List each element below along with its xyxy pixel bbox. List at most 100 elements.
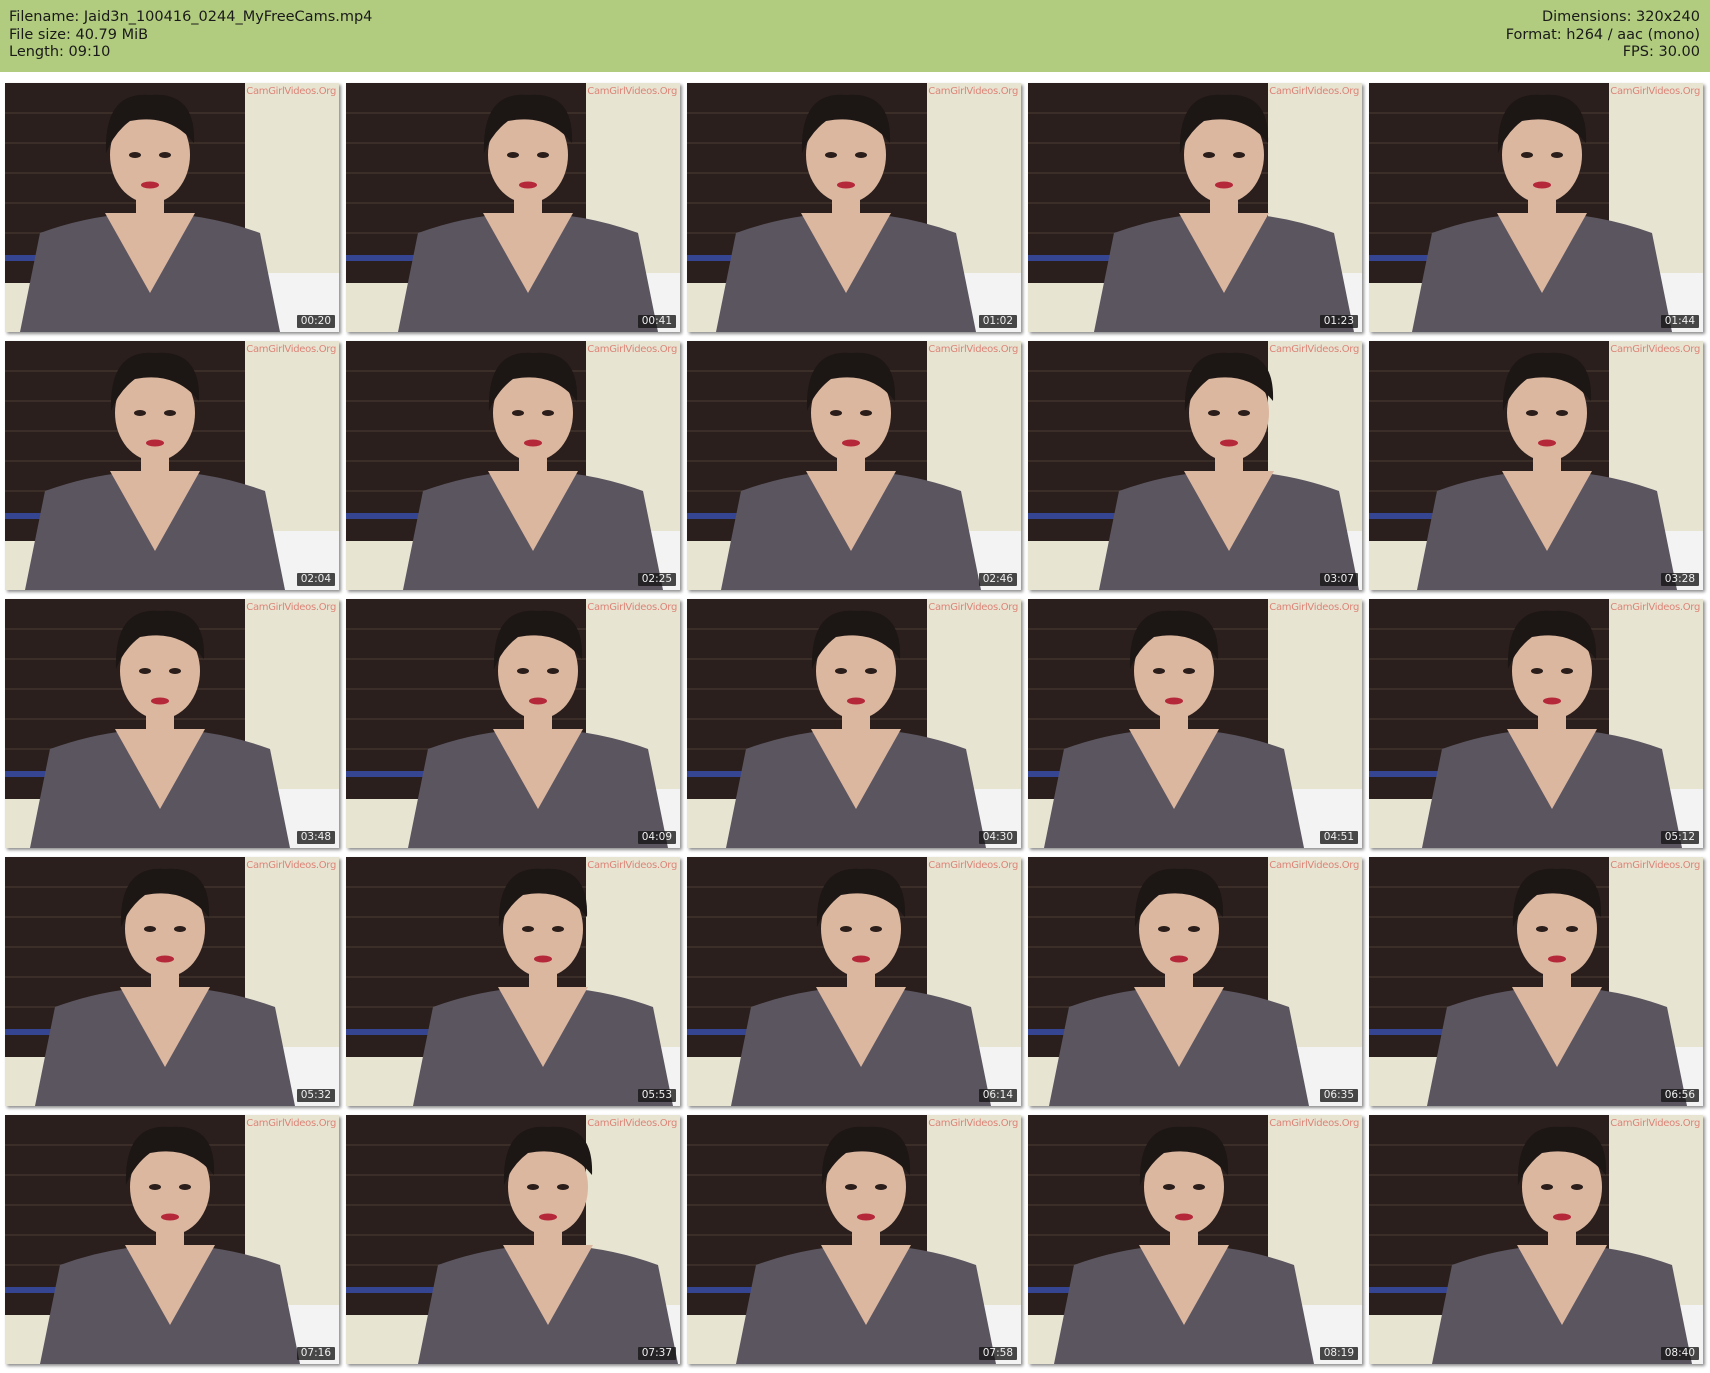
video-thumbnail[interactable]: CamGirlVideos.Org 05:32 [5,857,339,1106]
video-thumbnail[interactable]: CamGirlVideos.Org 02:04 [5,341,339,590]
frame-image [687,341,1021,590]
watermark-text: CamGirlVideos.Org [928,860,1018,871]
timestamp-label: 03:48 [296,831,335,844]
watermark-text: CamGirlVideos.Org [1610,1118,1700,1129]
watermark-text: CamGirlVideos.Org [587,86,677,97]
frame-image [1369,599,1703,848]
watermark-text: CamGirlVideos.Org [1610,344,1700,355]
frame-image [346,1115,680,1364]
timestamp-label: 03:07 [1319,573,1358,586]
video-thumbnail[interactable]: CamGirlVideos.Org 07:37 [346,1115,680,1364]
timestamp-label: 08:19 [1319,1347,1358,1360]
video-thumbnail[interactable]: CamGirlVideos.Org 07:58 [687,1115,1021,1364]
timestamp-label: 04:30 [978,831,1017,844]
watermark-text: CamGirlVideos.Org [928,86,1018,97]
frame-image [5,341,339,590]
timestamp-label: 02:46 [978,573,1017,586]
watermark-text: CamGirlVideos.Org [587,602,677,613]
watermark-text: CamGirlVideos.Org [1610,86,1700,97]
watermark-text: CamGirlVideos.Org [928,602,1018,613]
video-thumbnail[interactable]: CamGirlVideos.Org 08:40 [1369,1115,1703,1364]
timestamp-label: 07:37 [637,1347,676,1360]
video-thumbnail[interactable]: CamGirlVideos.Org 06:14 [687,857,1021,1106]
timestamp-label: 02:04 [296,573,335,586]
header-left: Filename: Jaid3n_100416_0244_MyFreeCams.… [9,9,372,62]
watermark-text: CamGirlVideos.Org [246,1118,336,1129]
watermark-text: CamGirlVideos.Org [246,344,336,355]
video-thumbnail[interactable]: CamGirlVideos.Org 02:46 [687,341,1021,590]
watermark-text: CamGirlVideos.Org [587,860,677,871]
watermark-text: CamGirlVideos.Org [246,86,336,97]
video-thumbnail[interactable]: CamGirlVideos.Org 06:35 [1028,857,1362,1106]
frame-image [5,1115,339,1364]
video-thumbnail[interactable]: CamGirlVideos.Org 04:09 [346,599,680,848]
watermark-text: CamGirlVideos.Org [1610,860,1700,871]
header-right: Dimensions: 320x240 Format: h264 / aac (… [1506,9,1700,62]
video-thumbnail[interactable]: CamGirlVideos.Org 06:56 [1369,857,1703,1106]
frame-image [687,83,1021,332]
watermark-text: CamGirlVideos.Org [1610,602,1700,613]
video-thumbnail[interactable]: CamGirlVideos.Org 03:48 [5,599,339,848]
watermark-text: CamGirlVideos.Org [1269,860,1359,871]
frame-image [346,83,680,332]
timestamp-label: 06:14 [978,1089,1017,1102]
timestamp-label: 01:44 [1660,315,1699,328]
video-thumbnail[interactable]: CamGirlVideos.Org 00:41 [346,83,680,332]
video-thumbnail[interactable]: CamGirlVideos.Org 01:44 [1369,83,1703,332]
watermark-text: CamGirlVideos.Org [587,344,677,355]
watermark-text: CamGirlVideos.Org [1269,86,1359,97]
timestamp-label: 04:09 [637,831,676,844]
frame-image [1369,83,1703,332]
video-thumbnail[interactable]: CamGirlVideos.Org 03:28 [1369,341,1703,590]
frame-image [346,341,680,590]
timestamp-label: 06:35 [1319,1089,1358,1102]
frame-image [687,1115,1021,1364]
watermark-text: CamGirlVideos.Org [246,602,336,613]
watermark-text: CamGirlVideos.Org [1269,344,1359,355]
file-size-text: File size: 40.79 MiB [9,26,149,43]
video-thumbnail[interactable]: CamGirlVideos.Org 05:12 [1369,599,1703,848]
video-thumbnail[interactable]: CamGirlVideos.Org 08:19 [1028,1115,1362,1364]
watermark-text: CamGirlVideos.Org [928,344,1018,355]
frame-image [1028,341,1362,590]
watermark-text: CamGirlVideos.Org [587,1118,677,1129]
frame-image [346,599,680,848]
timestamp-label: 05:32 [296,1089,335,1102]
timestamp-label: 01:02 [978,315,1017,328]
timestamp-label: 06:56 [1660,1089,1699,1102]
video-thumbnail[interactable]: CamGirlVideos.Org 03:07 [1028,341,1362,590]
frame-image [1028,1115,1362,1364]
frame-image [687,857,1021,1106]
timestamp-label: 02:25 [637,573,676,586]
info-header: Filename: Jaid3n_100416_0244_MyFreeCams.… [0,0,1710,72]
timestamp-label: 00:20 [296,315,335,328]
thumbnail-grid: CamGirlVideos.Org 00:20 CamGirlVideos.Org 0… [5,83,1707,1369]
video-thumbnail[interactable]: CamGirlVideos.Org 01:23 [1028,83,1362,332]
frame-image [1028,857,1362,1106]
video-thumbnail[interactable]: CamGirlVideos.Org 05:53 [346,857,680,1106]
frame-image [346,857,680,1106]
timestamp-label: 07:16 [296,1347,335,1360]
timestamp-label: 04:51 [1319,831,1358,844]
video-thumbnail[interactable]: CamGirlVideos.Org 04:30 [687,599,1021,848]
video-thumbnail[interactable]: CamGirlVideos.Org 02:25 [346,341,680,590]
frame-image [5,599,339,848]
video-thumbnail[interactable]: CamGirlVideos.Org 04:51 [1028,599,1362,848]
frame-image [5,83,339,332]
video-thumbnail[interactable]: CamGirlVideos.Org 07:16 [5,1115,339,1364]
format-text: Format: h264 / aac (mono) [1505,26,1700,43]
timestamp-label: 01:23 [1319,315,1358,328]
frame-image [1369,857,1703,1106]
frame-image [1369,1115,1703,1364]
watermark-text: CamGirlVideos.Org [1269,1118,1359,1129]
watermark-text: CamGirlVideos.Org [928,1118,1018,1129]
frame-image [1028,599,1362,848]
video-thumbnail[interactable]: CamGirlVideos.Org 00:20 [5,83,339,332]
filename-text: Filename: Jaid3n_100416_0244_MyFreeCams.… [9,9,373,25]
frame-image [687,599,1021,848]
watermark-text: CamGirlVideos.Org [246,860,336,871]
fps-text: FPS: 30.00 [1622,44,1700,60]
video-thumbnail[interactable]: CamGirlVideos.Org 01:02 [687,83,1021,332]
frame-image [1369,341,1703,590]
timestamp-label: 08:40 [1660,1347,1699,1360]
